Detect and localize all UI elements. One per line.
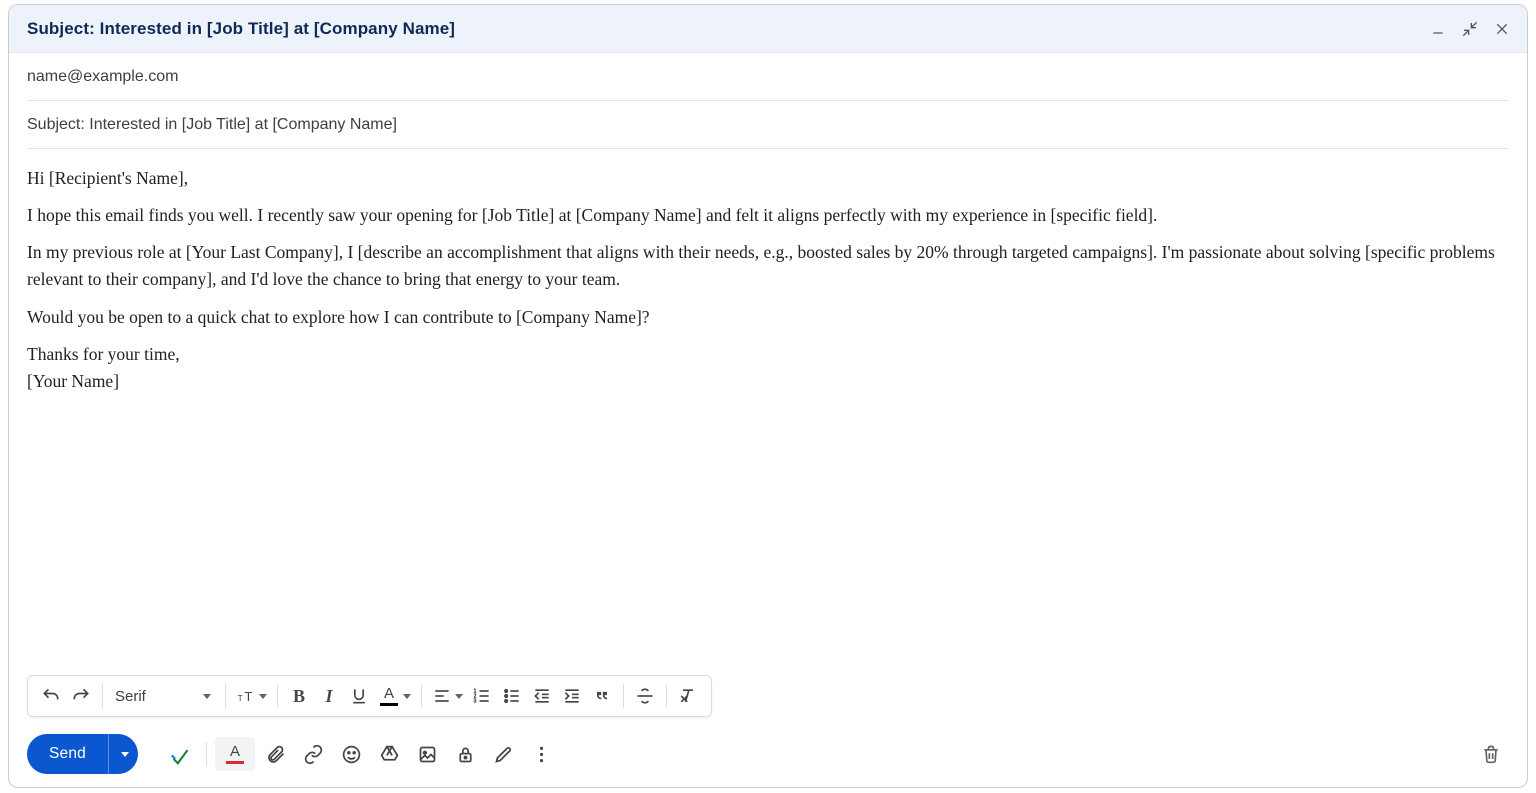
close-button[interactable] <box>1493 20 1511 38</box>
font-size-button[interactable]: TT <box>232 681 271 711</box>
pen-icon <box>493 744 514 765</box>
indent-less-button[interactable] <box>527 681 557 711</box>
remove-formatting-icon <box>678 686 698 706</box>
separator <box>102 684 103 708</box>
more-options-button[interactable] <box>523 736 559 772</box>
dropdown-caret-icon <box>259 694 267 699</box>
svg-text:T: T <box>244 689 252 704</box>
font-size-icon: TT <box>236 686 256 706</box>
indent-more-button[interactable] <box>557 681 587 711</box>
subject-field-row[interactable] <box>27 101 1509 149</box>
text-color-button[interactable]: A <box>374 681 415 711</box>
minimize-button[interactable] <box>1429 20 1447 38</box>
bulleted-list-button[interactable] <box>497 681 527 711</box>
italic-button[interactable]: I <box>314 681 344 711</box>
insert-emoji-button[interactable] <box>333 736 369 772</box>
send-button[interactable]: Send <box>27 734 108 774</box>
separator <box>666 684 667 708</box>
send-bar: Send A <box>9 727 1527 787</box>
body-closing-thanks: Thanks for your time, <box>27 341 1509 368</box>
bulleted-list-icon <box>502 686 522 706</box>
attach-file-button[interactable] <box>257 736 293 772</box>
link-icon <box>303 744 324 765</box>
undo-button[interactable] <box>36 681 66 711</box>
redo-button[interactable] <box>66 681 96 711</box>
header-fields <box>9 53 1527 149</box>
to-input[interactable] <box>27 62 1509 92</box>
title-bar: Subject: Interested in [Job Title] at [C… <box>9 5 1527 53</box>
underline-icon <box>349 686 369 706</box>
underline-button[interactable] <box>344 681 374 711</box>
subject-input[interactable] <box>27 110 1509 140</box>
body-paragraph-2: In my previous role at [Your Last Compan… <box>27 239 1509 293</box>
body-greeting: Hi [Recipient's Name], <box>27 165 1509 192</box>
confidential-mode-button[interactable] <box>447 736 483 772</box>
svg-text:3: 3 <box>474 699 477 705</box>
paperclip-icon <box>265 744 286 765</box>
insert-photo-button[interactable] <box>409 736 445 772</box>
bold-button[interactable]: B <box>284 681 314 711</box>
quote-button[interactable] <box>587 681 617 711</box>
dropdown-caret-icon <box>455 694 463 699</box>
separator <box>206 742 207 766</box>
minimize-icon <box>1430 21 1446 37</box>
remove-formatting-button[interactable] <box>673 681 703 711</box>
discard-draft-button[interactable] <box>1473 736 1509 772</box>
window-controls <box>1429 20 1511 38</box>
send-options-button[interactable] <box>108 734 138 774</box>
undo-icon <box>41 686 61 706</box>
separator <box>277 684 278 708</box>
indent-less-icon <box>532 686 552 706</box>
strikethrough-icon <box>635 686 655 706</box>
send-button-group: Send <box>27 734 138 774</box>
to-field-row[interactable] <box>27 53 1509 101</box>
emoji-icon <box>341 744 362 765</box>
separator <box>225 684 226 708</box>
bold-icon: B <box>293 686 305 707</box>
body-paragraph-1: I hope this email finds you well. I rece… <box>27 202 1509 229</box>
text-color-icon: A <box>378 685 400 707</box>
body-signature: [Your Name] <box>27 368 1509 395</box>
text-color-icon: A <box>224 743 246 765</box>
align-icon <box>432 686 452 706</box>
collapse-icon <box>1462 21 1478 37</box>
close-icon <box>1494 21 1510 37</box>
svg-text:T: T <box>238 693 243 703</box>
formatting-options-button[interactable]: A <box>215 737 255 771</box>
trash-icon <box>1481 744 1501 764</box>
separator <box>421 684 422 708</box>
body-paragraph-3: Would you be open to a quick chat to exp… <box>27 304 1509 331</box>
font-select[interactable]: Serif <box>109 681 219 711</box>
exit-fullscreen-button[interactable] <box>1461 20 1479 38</box>
indent-more-icon <box>562 686 582 706</box>
strikethrough-button[interactable] <box>630 681 660 711</box>
numbered-list-icon: 123 <box>472 686 492 706</box>
lock-clock-icon <box>455 744 476 765</box>
insert-signature-button[interactable] <box>485 736 521 772</box>
quote-icon <box>592 686 612 706</box>
dropdown-caret-icon <box>203 694 211 699</box>
spell-check-button[interactable] <box>162 736 198 772</box>
spell-check-icon <box>170 744 191 765</box>
dropdown-caret-icon <box>403 694 411 699</box>
separator <box>623 684 624 708</box>
insert-link-button[interactable] <box>295 736 331 772</box>
insert-drive-button[interactable] <box>371 736 407 772</box>
compose-window: Subject: Interested in [Job Title] at [C… <box>8 4 1528 788</box>
italic-icon: I <box>325 686 332 707</box>
drive-icon <box>379 744 400 765</box>
more-vertical-icon <box>531 744 552 765</box>
redo-icon <box>71 686 91 706</box>
image-icon <box>417 744 438 765</box>
align-button[interactable] <box>428 681 467 711</box>
numbered-list-button[interactable]: 123 <box>467 681 497 711</box>
dropdown-caret-icon <box>121 752 129 757</box>
font-name: Serif <box>115 688 146 705</box>
window-title: Subject: Interested in [Job Title] at [C… <box>27 19 455 39</box>
format-toolbar: Serif TT B I A 123 <box>27 675 712 717</box>
message-body[interactable]: Hi [Recipient's Name], I hope this email… <box>9 149 1527 675</box>
compose-actions: A <box>162 736 559 772</box>
format-toolbar-container: Serif TT B I A 123 <box>9 675 1527 727</box>
